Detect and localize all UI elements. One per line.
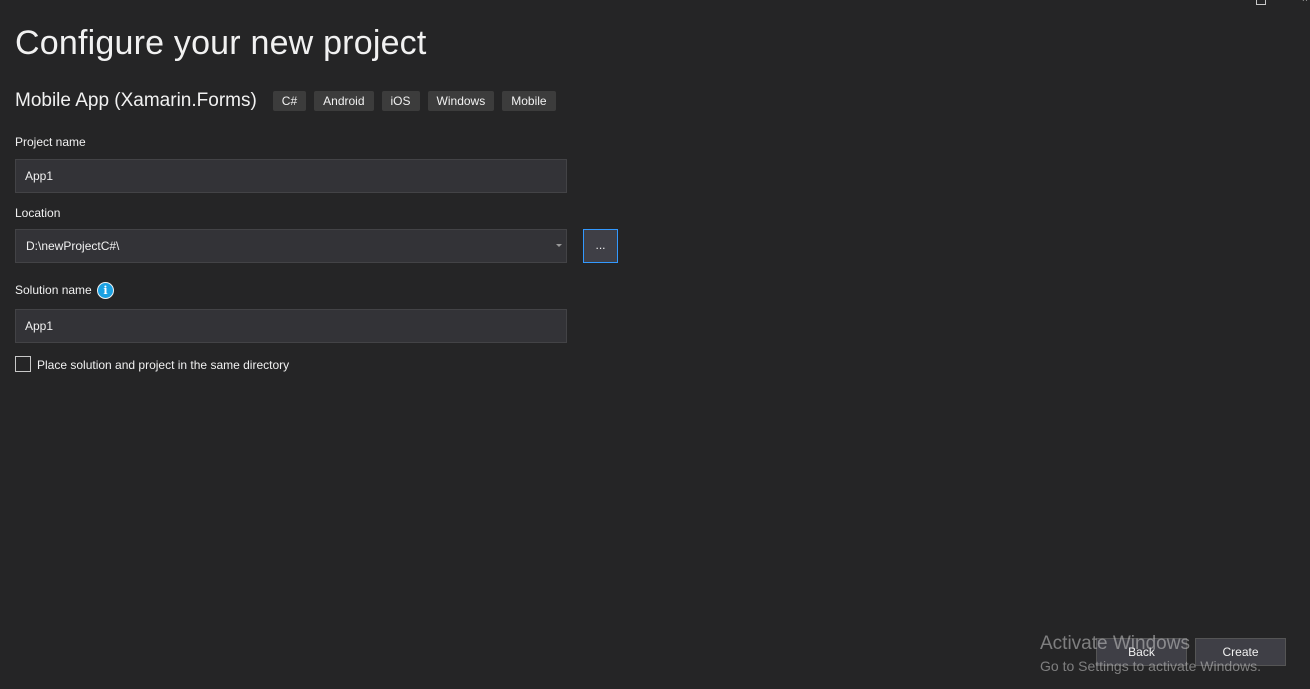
tag-project-type: Mobile: [502, 91, 556, 111]
template-info: Mobile App (Xamarin.Forms) C# Android iO…: [15, 90, 564, 112]
page-title: Configure your new project: [15, 24, 427, 62]
tag-platform-windows: Windows: [427, 91, 495, 111]
same-directory-checkbox[interactable]: [15, 356, 31, 372]
template-name: Mobile App (Xamarin.Forms): [15, 90, 257, 111]
same-directory-label[interactable]: Place solution and project in the same d…: [37, 358, 289, 372]
location-combobox[interactable]: D:\newProjectC#\: [15, 229, 567, 263]
tag-language: C#: [272, 91, 307, 111]
chevron-down-icon[interactable]: [556, 244, 562, 247]
project-name-label: Project name: [15, 135, 86, 149]
location-value: D:\newProjectC#\: [26, 239, 120, 253]
location-label: Location: [15, 206, 61, 220]
tag-platform-android: Android: [314, 91, 374, 111]
close-icon[interactable]: ×: [1302, 0, 1308, 5]
solution-name-label: Solution name: [15, 283, 92, 297]
configure-project-window: × Configure your new project Mobile App …: [0, 0, 1310, 689]
browse-button[interactable]: ...: [583, 229, 618, 263]
create-button[interactable]: Create: [1195, 638, 1286, 666]
project-name-input[interactable]: App1: [15, 159, 567, 193]
solution-name-value: App1: [25, 319, 54, 333]
back-button[interactable]: Back: [1096, 638, 1187, 666]
solution-name-input[interactable]: App1: [15, 309, 567, 343]
restore-icon[interactable]: [1256, 0, 1266, 5]
info-icon[interactable]: i: [97, 282, 114, 299]
project-name-value: App1: [25, 169, 54, 183]
tag-platform-ios: iOS: [381, 91, 420, 111]
